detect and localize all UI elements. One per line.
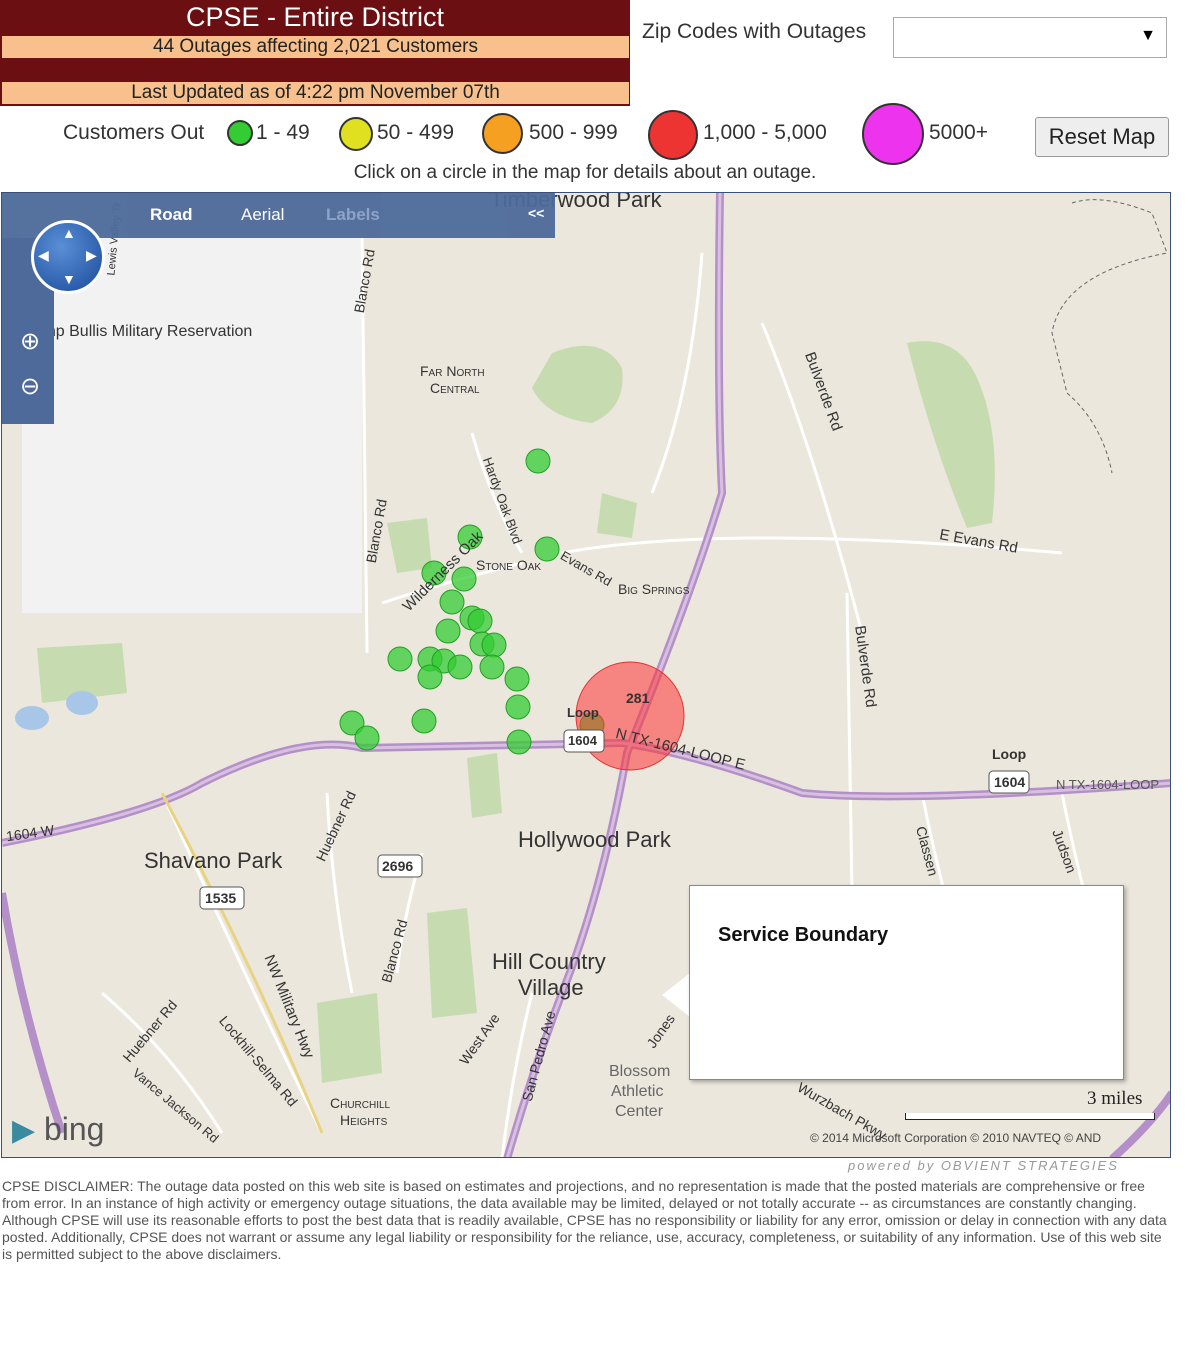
legend-green-dot — [227, 120, 253, 146]
outage-marker-1-49 — [354, 725, 380, 751]
service-boundary-popup: Service Boundary — [689, 885, 1124, 1080]
outage-marker-1-49 — [435, 618, 461, 644]
outage-marker-1-49 — [525, 448, 551, 474]
legend-range-4: 1,000 - 5,000 — [703, 121, 827, 144]
district-header: CPSE - Entire District 44 Outages affect… — [0, 0, 630, 106]
outage-marker-1-49 — [417, 664, 443, 690]
zip-filter-label: Zip Codes with Outages — [642, 20, 867, 43]
legend-yellow-dot — [339, 117, 373, 151]
outage-marker-1-49 — [439, 589, 465, 615]
outage-marker-1-49 — [479, 654, 505, 680]
powered-by: powered by OBVIENT STRATEGIES — [848, 1158, 1119, 1173]
legend-range-5: 5000+ — [929, 121, 988, 144]
tab-labels[interactable]: Labels — [326, 205, 380, 225]
road-loop-label: Loop — [567, 705, 599, 720]
legend-red-dot — [648, 110, 698, 160]
outage-marker-1-49 — [387, 646, 413, 672]
legend-orange-dot — [482, 113, 523, 154]
place-hollywood-park: Hollywood Park — [518, 827, 671, 852]
road-loop-label-2: Loop — [992, 746, 1027, 762]
chevron-down-icon: ▼ — [1140, 27, 1156, 44]
zoom-out-icon[interactable]: ⊖ — [16, 373, 44, 401]
outage-marker-1-49 — [505, 694, 531, 720]
disclaimer-text: CPSE DISCLAIMER: The outage data posted … — [2, 1178, 1167, 1262]
place-far-north-central: Central — [430, 380, 480, 396]
road-1535-shield: 1535 — [205, 890, 237, 906]
popup-title: Service Boundary — [718, 924, 889, 946]
place-stone-oak: Stone Oak — [476, 557, 542, 573]
scale-bar — [905, 1113, 1155, 1120]
zip-code-select[interactable]: ▼ — [893, 17, 1167, 58]
road-281-shield: 281 — [626, 690, 650, 706]
legend-magenta-dot — [862, 103, 924, 165]
legend-range-1: 1 - 49 — [256, 121, 310, 144]
last-updated: Last Updated as of 4:22 pm November 07th — [2, 82, 629, 104]
collapse-nav-button[interactable]: << — [528, 205, 544, 221]
legend-label: Customers Out — [63, 121, 205, 144]
scale-label: 3 miles — [1087, 1088, 1143, 1109]
outage-marker-1-49 — [411, 708, 437, 734]
road-1604-shield: 1604 — [568, 733, 597, 748]
bing-wordmark: bing — [43, 1111, 105, 1147]
outage-marker-1-49 — [504, 666, 530, 692]
place-blossom-athletic: Athletic — [611, 1083, 664, 1100]
place-camp-bullis: Camp Bullis Military Reservation — [22, 323, 253, 340]
outage-marker-1-49 — [467, 608, 493, 634]
legend-range-2: 50 - 499 — [377, 121, 455, 144]
popup-pointer — [662, 973, 690, 1017]
pan-compass-icon[interactable]: ▲ ▼ ◀ ▶ — [31, 220, 105, 294]
outage-marker-1-49 — [481, 632, 507, 658]
reset-map-button[interactable]: Reset Map — [1035, 117, 1169, 157]
place-churchill-heights: Heights — [340, 1112, 388, 1128]
place-big-springs: Big Springs — [618, 581, 690, 597]
zoom-in-icon[interactable]: ⊕ — [16, 328, 44, 356]
map-hint: Click on a circle in the map for details… — [353, 162, 817, 183]
road-n-1604-loop: N TX-1604-LOOP — [1056, 777, 1160, 792]
place-shavano-park: Shavano Park — [144, 848, 283, 873]
place-churchill: Churchill — [330, 1095, 391, 1111]
place-hill-country: Hill Country — [492, 949, 606, 974]
place-blossom: Blossom — [609, 1063, 671, 1080]
place-hill-country-village: Village — [518, 975, 584, 1000]
road-1604-shield-2: 1604 — [994, 774, 1026, 790]
outage-summary: 44 Outages affecting 2,021 Customers — [2, 36, 629, 58]
legend-range-3: 500 - 999 — [529, 121, 618, 144]
place-far-north: Far North — [420, 363, 485, 379]
road-2696-shield: 2696 — [382, 858, 414, 874]
place-blossom-center: Center — [615, 1103, 664, 1120]
outage-marker-1-49 — [447, 654, 473, 680]
outage-marker-1-49 — [506, 729, 532, 755]
map-copyright: © 2014 Microsoft Corporation © 2010 NAVT… — [810, 1131, 1102, 1145]
tab-road[interactable]: Road — [150, 205, 193, 225]
district-title: CPSE - Entire District — [185, 2, 445, 32]
bing-logo: ▶ bing — [12, 1111, 105, 1147]
tab-aerial[interactable]: Aerial — [241, 205, 284, 225]
outage-map[interactable]: Timberwood Park Camp Bullis Military Res… — [1, 192, 1171, 1158]
